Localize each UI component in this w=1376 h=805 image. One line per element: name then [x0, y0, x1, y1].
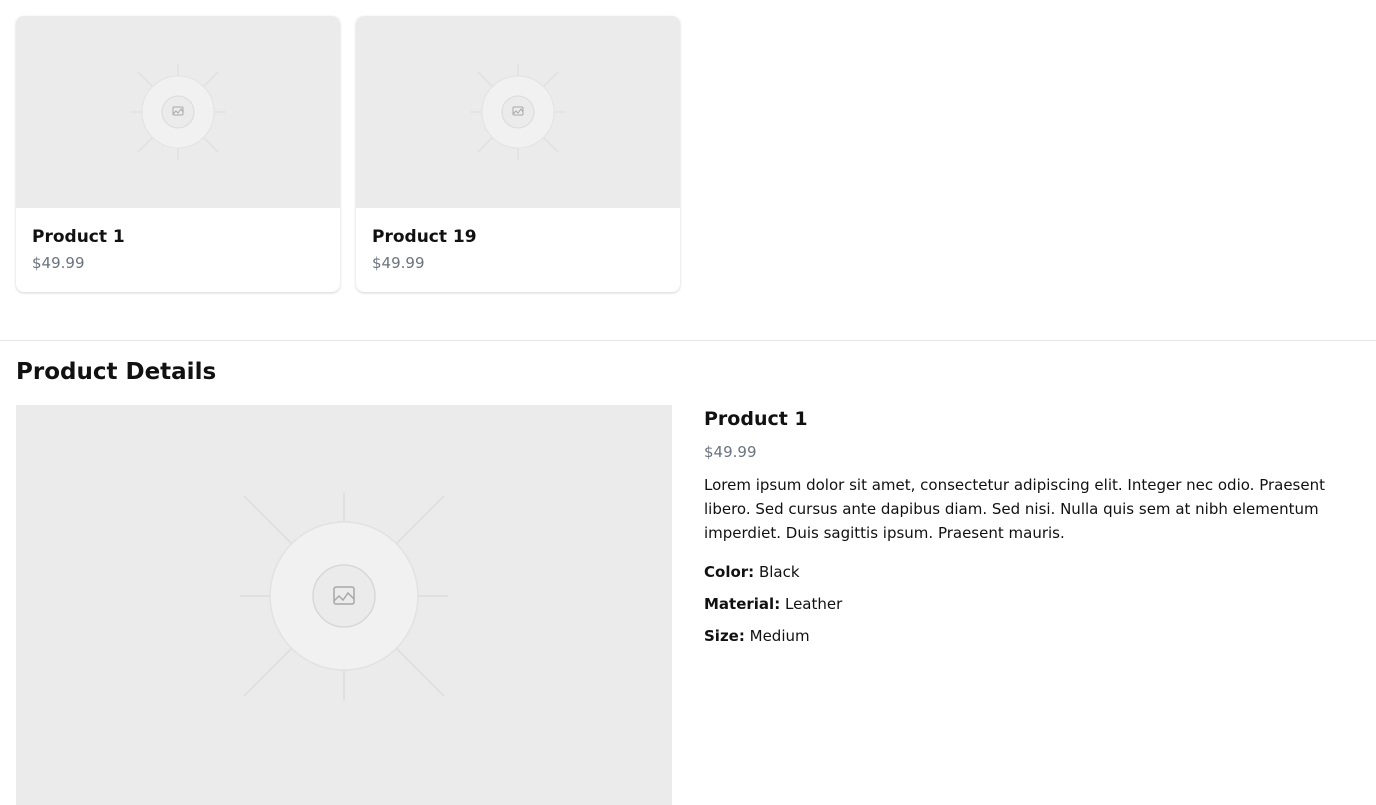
detail-product-description: Lorem ipsum dolor sit amet, consectetur …	[704, 476, 1325, 542]
attribute-label: Material:	[704, 595, 781, 613]
product-grid: Product 1 $49.99 Product 19 $49.99	[16, 16, 680, 292]
product-image	[356, 16, 680, 208]
attribute-color: Color: Black	[704, 562, 1344, 582]
product-detail-info: Product 1 $49.99 Lorem ipsum dolor sit a…	[704, 406, 1344, 646]
detail-product-name: Product 1	[704, 408, 808, 430]
page: Product 1 $49.99 Product 19 $49.99 Produ…	[0, 0, 1376, 805]
product-name: Product 19	[372, 227, 477, 247]
product-detail-image	[16, 405, 672, 805]
attribute-value: Leather	[784, 595, 843, 613]
image-placeholder-icon	[130, 64, 226, 160]
section-divider	[0, 340, 1376, 341]
product-card[interactable]: Product 1 $49.99	[16, 16, 340, 292]
product-price: $49.99	[372, 254, 425, 272]
attribute-label: Size:	[704, 627, 745, 645]
attribute-material: Material: Leather	[704, 594, 1344, 614]
product-price: $49.99	[32, 254, 85, 272]
attribute-label: Color:	[704, 563, 755, 581]
product-card[interactable]: Product 19 $49.99	[356, 16, 680, 292]
attribute-value: Black	[758, 563, 800, 581]
attribute-value: Medium	[749, 627, 810, 645]
attribute-size: Size: Medium	[704, 626, 1344, 646]
image-placeholder-icon	[240, 493, 448, 701]
detail-product-price: $49.99	[704, 443, 757, 461]
product-name: Product 1	[32, 227, 125, 247]
section-title: Product Details	[16, 359, 217, 385]
image-placeholder-icon	[470, 64, 566, 160]
product-image	[16, 16, 340, 208]
